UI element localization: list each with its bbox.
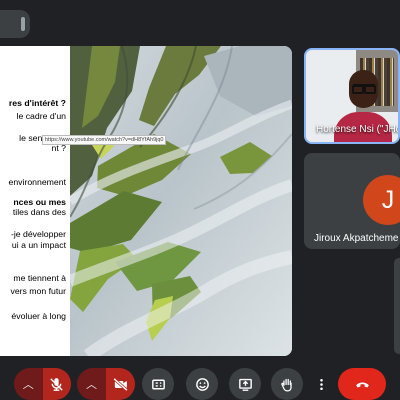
captions-button[interactable] [142,368,174,400]
top-panel-handle[interactable] [0,10,30,38]
mic-off-icon [50,377,63,391]
captions-icon [151,379,165,389]
slide-line: -je développer [10,229,66,239]
participant-avatar: J [363,175,400,225]
end-call-button[interactable] [338,368,386,400]
shared-presentation: res d'intérêt ? le cadre d'un le sentime… [0,46,292,356]
slide-line: res d'intérêt ? [8,98,66,108]
meeting-top-bar [0,0,400,42]
slide-line: le cadre d'un [16,111,66,121]
end-call-icon [355,382,369,387]
present-button[interactable] [229,368,261,400]
participant-avatar-tile[interactable]: J Jiroux Akpatcheme [304,153,400,249]
chevron-up-icon: ︿ [86,379,97,391]
glasses-icon [352,84,376,94]
camera-control[interactable]: ︿ [77,368,135,400]
more-options-button[interactable] [312,368,330,400]
participant-name: Hortense Nsi ("JHor [316,124,400,135]
slide-text-panel: res d'intérêt ? le cadre d'un le sentime… [0,46,70,356]
emoji-icon [195,377,209,391]
raise-hand-button[interactable] [271,368,303,400]
raise-hand-icon [280,378,292,392]
microphone-control[interactable]: ︿ [14,368,71,400]
mic-options-button[interactable]: ︿ [14,368,43,400]
camera-toggle-button[interactable] [106,368,135,400]
participant-side-tile[interactable] [394,258,400,354]
chevron-up-icon: ︿ [22,379,34,391]
slide-line: environnement [8,177,66,187]
mountain-landscape-image [70,46,292,356]
participant-video-tile[interactable]: Hortense Nsi ("JHor [304,48,400,144]
emoji-button[interactable] [186,368,218,400]
present-icon [238,378,252,391]
more-options-icon [319,378,323,390]
slide-line: tiles dans des [12,207,66,217]
camera-options-button[interactable]: ︿ [77,368,106,400]
url-tooltip: https://www.youtube.com/watch?v=dH8YfAh9… [42,135,167,145]
camera-off-icon [113,377,128,391]
slide-line: vers mon futur [10,286,66,296]
slide-line: évoluer à long [11,311,66,321]
mic-toggle-button[interactable] [42,368,71,400]
slide-line: me tiennent à [13,273,66,283]
slide-line: ui a un impact [11,240,66,250]
participant-name: Jiroux Akpatcheme [314,233,399,244]
meeting-controls: ︿ ︿ [0,362,400,400]
